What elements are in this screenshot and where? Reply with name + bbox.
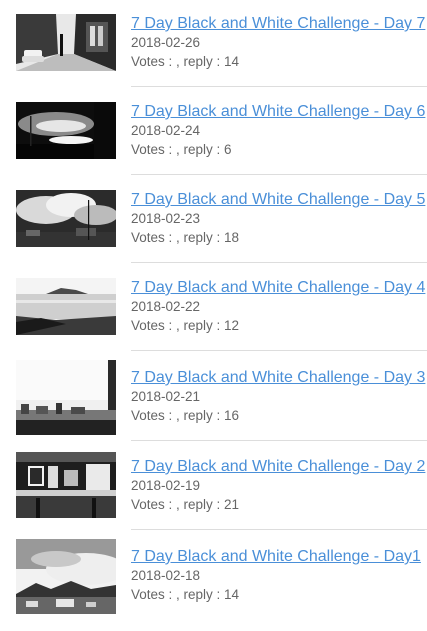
clouds-town-thumbnail[interactable] bbox=[16, 190, 116, 247]
post-votes-replies: Votes : , reply : 21 bbox=[131, 497, 240, 512]
post-date: 2018-02-19 bbox=[131, 478, 201, 493]
post-date: 2018-02-24 bbox=[131, 123, 201, 138]
post-votes-replies: Votes : , reply : 12 bbox=[131, 318, 240, 333]
post-title-link[interactable]: 7 Day Black and White Challenge - Day 5 bbox=[131, 190, 425, 209]
street-photo-thumbnail[interactable] bbox=[16, 14, 116, 71]
post-date: 2018-02-23 bbox=[131, 211, 201, 226]
post-date: 2018-02-18 bbox=[131, 568, 201, 583]
post-votes-replies: Votes : , reply : 14 bbox=[131, 587, 240, 602]
post-votes-replies: Votes : , reply : 18 bbox=[131, 230, 240, 245]
divider bbox=[131, 529, 427, 530]
post-date: 2018-02-22 bbox=[131, 299, 201, 314]
divider bbox=[131, 262, 427, 263]
divider bbox=[131, 174, 427, 175]
post-title-link[interactable]: 7 Day Black and White Challenge - Day 2 bbox=[131, 457, 425, 476]
sunset-sky-thumbnail[interactable] bbox=[16, 102, 116, 159]
mountain-city-thumbnail[interactable] bbox=[16, 539, 116, 614]
post-votes-replies: Votes : , reply : 16 bbox=[131, 408, 240, 423]
divider bbox=[131, 350, 427, 351]
post-votes-replies: Votes : , reply : 14 bbox=[131, 54, 240, 69]
post-date: 2018-02-26 bbox=[131, 35, 201, 50]
post-votes-replies: Votes : , reply : 6 bbox=[131, 142, 232, 157]
post-title-link[interactable]: 7 Day Black and White Challenge - Day 7 bbox=[131, 14, 425, 33]
divider bbox=[131, 86, 427, 87]
seaside-thumbnail[interactable] bbox=[16, 278, 116, 335]
divider bbox=[131, 440, 427, 441]
post-date: 2018-02-21 bbox=[131, 389, 201, 404]
post-title-link[interactable]: 7 Day Black and White Challenge - Day1 bbox=[131, 547, 421, 566]
city-skyline-thumbnail[interactable] bbox=[16, 360, 116, 435]
post-title-link[interactable]: 7 Day Black and White Challenge - Day 3 bbox=[131, 368, 425, 387]
post-title-link[interactable]: 7 Day Black and White Challenge - Day 4 bbox=[131, 278, 425, 297]
computer-desk-thumbnail[interactable] bbox=[16, 452, 116, 518]
post-title-link[interactable]: 7 Day Black and White Challenge - Day 6 bbox=[131, 102, 425, 121]
